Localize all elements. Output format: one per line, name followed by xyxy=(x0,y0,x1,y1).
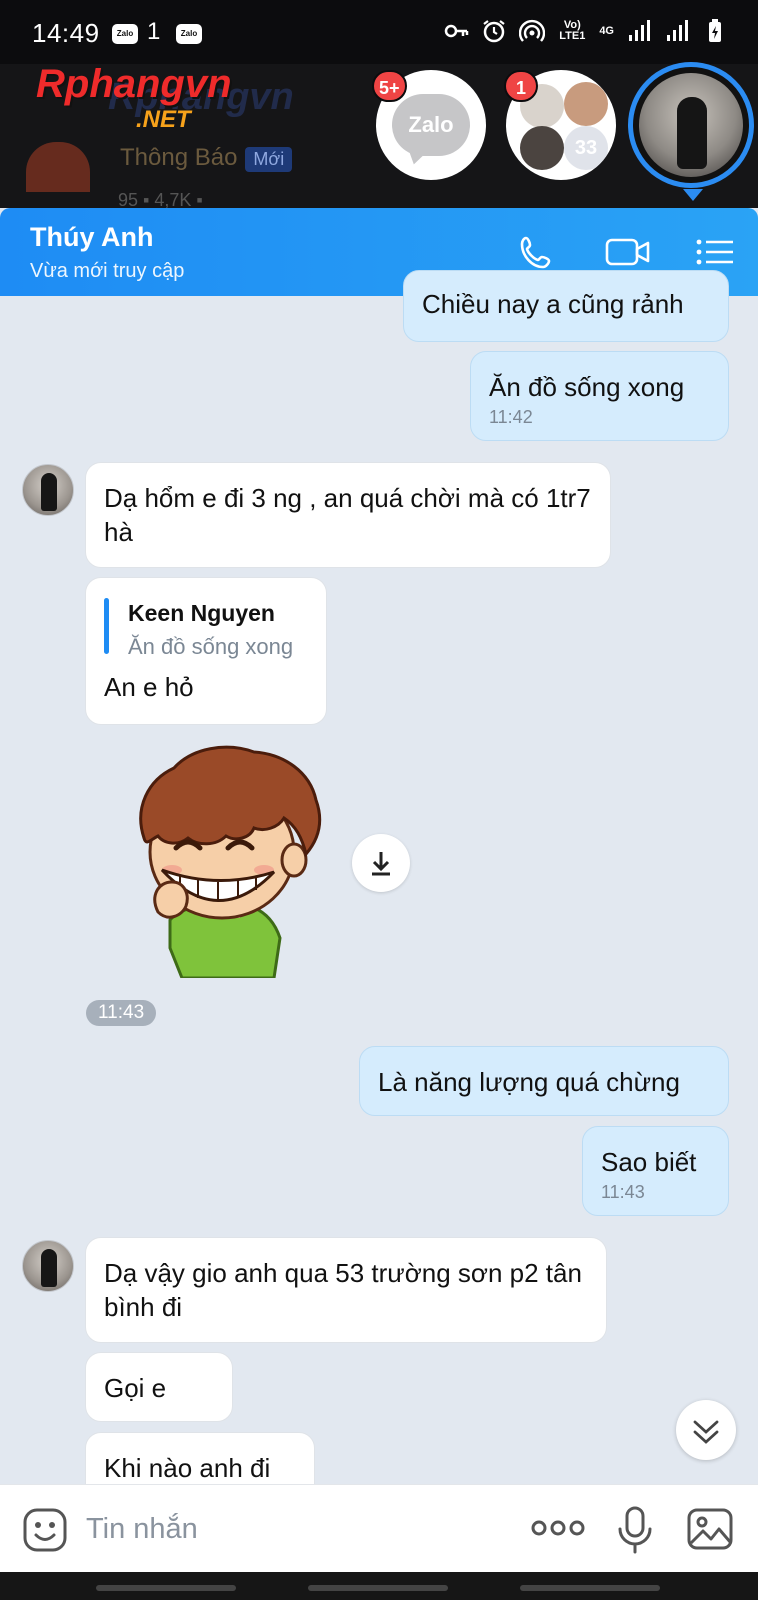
message-time: 11:43 xyxy=(601,1182,645,1202)
volte-label: Vo) LTE1 xyxy=(559,19,586,42)
message-bubble-sent[interactable]: Là năng lượng quá chừng xyxy=(359,1046,729,1116)
menu-list-icon[interactable] xyxy=(694,232,736,272)
download-sticker-button[interactable] xyxy=(352,834,410,892)
emoji-icon[interactable] xyxy=(22,1507,68,1553)
message-text: Chiều nay a cũng rảnh xyxy=(422,289,684,319)
message-text: Gọi e xyxy=(104,1373,167,1403)
vpn-key-icon xyxy=(445,24,469,38)
message-bubble-sent[interactable]: Ăn đồ sống xong 11:42 xyxy=(470,351,729,441)
avatar-figure xyxy=(41,1249,57,1287)
group-unread-badge: 1 xyxy=(504,70,538,102)
more-options-icon[interactable] xyxy=(530,1513,586,1543)
message-time: 11:42 xyxy=(489,407,533,427)
contact-photo xyxy=(639,73,743,177)
quote-bar xyxy=(104,598,109,654)
navigation-bar xyxy=(0,1572,758,1600)
message-text: Khi nào anh đi xyxy=(104,1453,271,1483)
hotspot-icon xyxy=(519,19,546,42)
zalo-unread-badge: 5+ xyxy=(372,70,407,102)
signal-icon-2 xyxy=(667,20,688,41)
message-bubble-received[interactable]: Dạ hổm e đi 3 ng , an quá chời mà có 1tr… xyxy=(85,462,611,568)
nav-recents[interactable] xyxy=(96,1585,236,1591)
active-pointer xyxy=(683,189,703,201)
nav-home[interactable] xyxy=(308,1585,448,1591)
zalo-logo-icon: Zalo xyxy=(392,94,470,156)
video-call-icon[interactable] xyxy=(604,232,652,272)
message-text: An e hỏ xyxy=(104,672,194,702)
message-bubble-received[interactable]: Dạ vậy gio anh qua 53 trường sơn p2 tân … xyxy=(85,1237,607,1343)
logo-subtext: .NET xyxy=(136,106,191,133)
message-text: Ăn đồ sống xong xyxy=(489,372,685,402)
group-member-avatar xyxy=(520,126,564,170)
group-member-avatar xyxy=(564,82,608,126)
message-input[interactable] xyxy=(84,1507,484,1551)
quoted-text: Ăn đồ sống xong xyxy=(128,634,294,659)
contact-name[interactable]: Thúy Anh xyxy=(30,222,153,253)
contact-avatar[interactable] xyxy=(22,1240,74,1292)
signal-icon xyxy=(629,20,650,41)
microphone-icon[interactable] xyxy=(614,1505,656,1555)
scroll-to-bottom-button[interactable] xyxy=(676,1400,736,1460)
reply-message-bubble[interactable]: Keen Nguyen Ăn đồ sống xong An e hỏ xyxy=(85,577,327,725)
message-text: Dạ hổm e đi 3 ng , an quá chời mà có 1tr… xyxy=(104,483,591,547)
double-chevron-down-icon xyxy=(693,1420,719,1444)
nav-back[interactable] xyxy=(520,1585,660,1591)
laughing-boy-sticker[interactable] xyxy=(118,742,334,978)
notification-count: 1 xyxy=(147,18,161,45)
zalo-notification-icon-2: Zalo xyxy=(176,24,202,44)
status-time: 14:49 xyxy=(32,18,100,48)
background-title: Thông Báo Mới xyxy=(120,144,293,172)
quoted-author: Keen Nguyen xyxy=(128,600,275,626)
image-picker-icon[interactable] xyxy=(686,1505,734,1553)
message-bubble-received[interactable]: Gọi e xyxy=(85,1352,233,1422)
background-title-text: Thông Báo xyxy=(120,144,238,171)
new-badge: Mới xyxy=(245,147,293,172)
message-bubble-sent[interactable]: Chiều nay a cũng rảnh xyxy=(403,270,729,342)
zalo-logo-text: Zalo xyxy=(408,112,454,137)
battery-charging-icon xyxy=(709,19,721,42)
contact-avatar[interactable] xyxy=(22,464,74,516)
status-bar: 14:49 Zalo 1 Zalo Vo) LTE1 4G xyxy=(0,0,758,64)
alarm-icon xyxy=(483,20,505,43)
download-icon xyxy=(372,852,390,876)
group-member-count: 33 xyxy=(564,126,608,170)
contact-figure xyxy=(677,97,707,169)
message-text: Dạ vậy gio anh qua 53 trường sơn p2 tân … xyxy=(104,1258,582,1322)
message-text: Là năng lượng quá chừng xyxy=(378,1067,680,1097)
zalo-notification-icon: Zalo xyxy=(112,24,138,44)
message-input-bar xyxy=(0,1484,758,1572)
watermark-logo: Rphangvn Rphangvn .NET xyxy=(36,62,326,134)
message-text: Sao biết xyxy=(601,1147,697,1177)
logo-text: Rphangvn xyxy=(36,62,232,106)
active-chat-head[interactable] xyxy=(628,62,754,201)
4g-label: 4G xyxy=(599,24,614,37)
voice-call-icon[interactable] xyxy=(516,232,558,272)
message-bubble-sent[interactable]: Sao biết 11:43 xyxy=(582,1126,729,1216)
avatar-figure xyxy=(41,473,57,511)
contact-status: Vừa mới truy cập xyxy=(30,260,185,282)
notification-avatar xyxy=(26,142,90,192)
sticker-time: 11:43 xyxy=(86,1000,157,1026)
